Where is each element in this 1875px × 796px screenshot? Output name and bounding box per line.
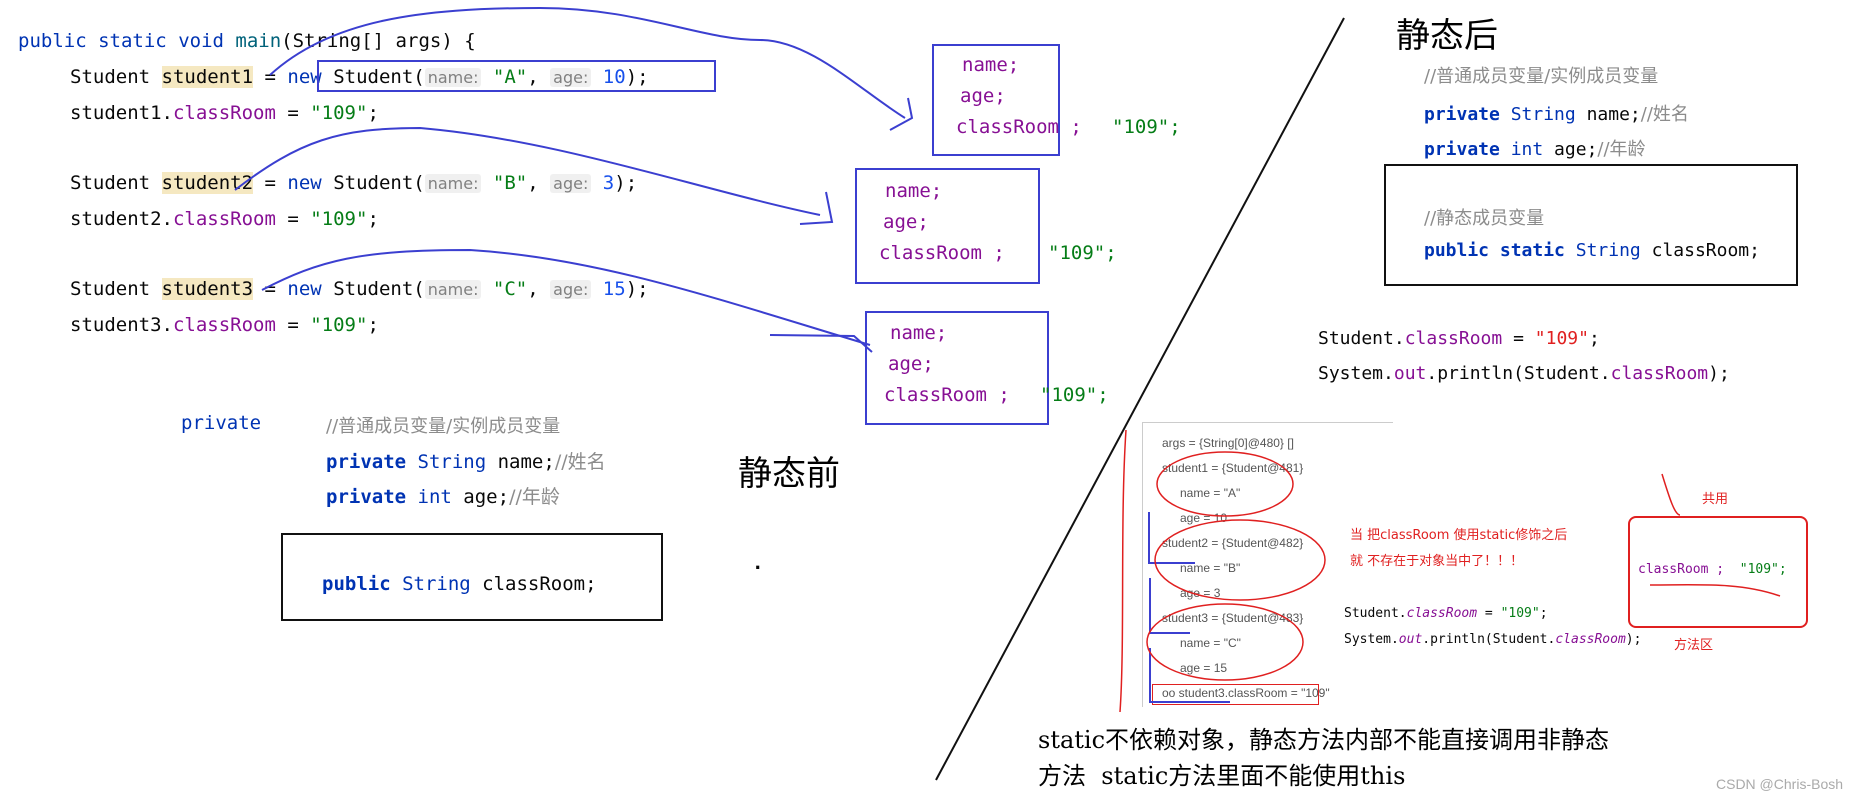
circle-student3 (1146, 603, 1304, 681)
underline (1649, 583, 1781, 597)
divider-line (935, 17, 1345, 781)
dbg-bracket-3 (1149, 648, 1230, 703)
circle-student1 (1156, 451, 1294, 517)
new-student-highlight-box (317, 60, 716, 92)
arrowhead-2 (799, 191, 834, 225)
arrowhead-1 (889, 97, 914, 131)
circle-student2 (1154, 519, 1326, 601)
pen-strokes (234, 6, 1781, 781)
arrowhead-3 (769, 334, 873, 353)
arrow-1 (269, 6, 906, 119)
arrow-3 (261, 248, 871, 346)
red-margin-line (1119, 429, 1127, 713)
shared-arrow (1661, 473, 1681, 516)
arrow-2 (234, 126, 821, 216)
